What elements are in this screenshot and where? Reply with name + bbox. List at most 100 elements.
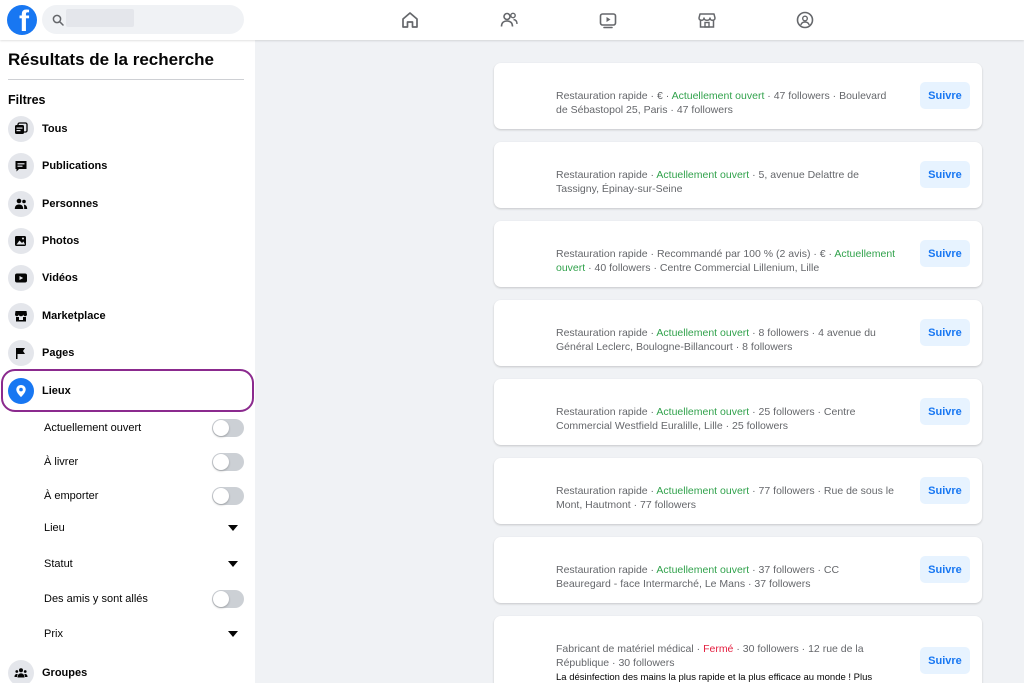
filter-item-publications[interactable]: Publications [0, 148, 255, 184]
filter-item-videos[interactable]: Vidéos [0, 260, 255, 296]
result-card[interactable]: Restauration rapide · Actuellement ouver… [494, 142, 982, 208]
friends-icon[interactable] [497, 8, 521, 32]
result-category: Restauration rapide · [556, 564, 657, 576]
result-address: Tassigny, Épinay-sur-Seine [556, 183, 683, 195]
watch-icon[interactable] [596, 8, 620, 32]
sidebar-divider [8, 79, 244, 80]
result-address: · 40 followers · Centre Commercial Lille… [585, 262, 820, 274]
location-pin-icon [8, 378, 34, 404]
all-icon [8, 116, 34, 142]
follow-button[interactable]: Suivre [920, 556, 970, 583]
result-details: · 25 followers · Centre [749, 406, 856, 418]
home-icon[interactable] [398, 8, 422, 32]
filter-item-pages[interactable]: Pages [0, 335, 255, 371]
filter-item-lieux[interactable]: Lieux [0, 373, 255, 409]
groups-icon[interactable] [793, 8, 817, 32]
toggle-switch[interactable] [212, 487, 244, 505]
search-query-redacted [66, 9, 134, 27]
subfilter-label: À emporter [44, 490, 99, 502]
open-status: Actuellement ouvert [656, 169, 750, 181]
photos-icon [8, 228, 34, 254]
open-status: Actuellement ouvert [656, 406, 750, 418]
subfilter-actuellement-ouvert[interactable]: Actuellement ouvert [0, 413, 255, 443]
marketplace-icon[interactable] [695, 8, 719, 32]
filter-label: Personnes [42, 198, 99, 210]
result-card[interactable]: Restauration rapide · Actuellement ouver… [494, 458, 982, 524]
result-card[interactable]: Restauration rapide · Recommandé par 100… [494, 221, 982, 287]
result-details: · 77 followers · Rue de sous le [749, 485, 894, 497]
result-category: Restauration rapide · [556, 169, 657, 181]
subfilter-prix[interactable]: Prix [0, 619, 255, 649]
subfilter-label: Lieu [44, 522, 65, 534]
subfilter-a-livrer[interactable]: À livrer [0, 447, 255, 477]
subfilter-label: Actuellement ouvert [44, 422, 142, 434]
result-address: Général Leclerc, Boulogne-Billancourt · … [556, 341, 793, 353]
filter-item-personnes[interactable]: Personnes [0, 186, 255, 222]
page-title: Résultats de la recherche [8, 50, 214, 69]
open-status: ouvert [556, 262, 586, 274]
search-filters-sidebar: Résultats de la recherche Filtres Tous P… [0, 40, 255, 683]
subfilter-lieu[interactable]: Lieu [0, 513, 255, 543]
follow-button[interactable]: Suivre [920, 398, 970, 425]
subfilter-label: Des amis y sont allés [44, 593, 148, 605]
filter-label: Groupes [42, 667, 88, 679]
facebook-logo[interactable]: f [7, 5, 37, 35]
filter-label: Pages [42, 347, 75, 359]
open-status: Actuellement ouvert [656, 564, 750, 576]
search-icon [52, 14, 64, 26]
result-category: Restauration rapide · [556, 485, 657, 497]
follow-button[interactable]: Suivre [920, 161, 970, 188]
filter-item-tous[interactable]: Tous [0, 111, 255, 147]
closed-status: Fermé [703, 643, 734, 655]
result-category: Restauration rapide · € · [556, 90, 672, 102]
result-description: Restauration rapide · Actuellement ouver… [556, 563, 916, 591]
posts-icon [8, 153, 34, 179]
follow-button[interactable]: Suivre [920, 477, 970, 504]
result-card[interactable]: Restauration rapide · Actuellement ouver… [494, 537, 982, 603]
result-card[interactable]: Restauration rapide · Actuellement ouver… [494, 300, 982, 366]
result-card[interactable]: Fabricant de matériel médical · Fermé · … [494, 616, 982, 683]
result-address: Mont, Hautmont · 77 followers [556, 499, 697, 511]
result-card[interactable]: Restauration rapide · Actuellement ouver… [494, 379, 982, 445]
result-details: · 30 followers · 12 rue de la [733, 643, 864, 655]
toggle-switch[interactable] [212, 419, 244, 437]
follow-button[interactable]: Suivre [920, 647, 970, 674]
result-page-description: La désinfection des mains la plus rapide… [556, 672, 873, 683]
filter-item-groupes[interactable]: Groupes [0, 655, 255, 683]
result-card[interactable]: Restauration rapide · € · Actuellement o… [494, 63, 982, 129]
follow-button[interactable]: Suivre [920, 240, 970, 267]
result-description: Restauration rapide · Actuellement ouver… [556, 326, 916, 354]
result-description: Restauration rapide · € · Actuellement o… [556, 89, 916, 117]
subfilter-label: À livrer [44, 456, 79, 468]
toggle-switch[interactable] [212, 453, 244, 471]
flag-icon [8, 340, 34, 366]
result-category: Restauration rapide · Recommandé par 100… [556, 248, 835, 260]
toggle-switch[interactable] [212, 590, 244, 608]
subfilter-a-emporter[interactable]: À emporter [0, 481, 255, 511]
result-details: · 8 followers · 4 avenue du [749, 327, 876, 339]
filter-label: Photos [42, 235, 80, 247]
chevron-down-icon [228, 561, 238, 567]
result-description: Restauration rapide · Recommandé par 100… [556, 247, 916, 275]
groups-icon [8, 660, 34, 683]
result-address: Beauregard - face Intermarché, Le Mans ·… [556, 578, 811, 590]
result-description: Restauration rapide · Actuellement ouver… [556, 405, 916, 433]
follow-button[interactable]: Suivre [920, 82, 970, 109]
result-description: Restauration rapide · Actuellement ouver… [556, 168, 916, 196]
filter-item-photos[interactable]: Photos [0, 223, 255, 259]
result-address: République · 30 followers [556, 657, 675, 669]
follow-button[interactable]: Suivre [920, 319, 970, 346]
result-details: · 37 followers · CC [749, 564, 840, 576]
marketplace-icon [8, 303, 34, 329]
videos-icon [8, 265, 34, 291]
filter-label: Lieux [42, 385, 71, 397]
result-details: · 47 followers · Boulevard [764, 90, 887, 102]
subfilter-des-amis-y-sont-alles[interactable]: Des amis y sont allés [0, 584, 255, 614]
result-details: · 5, avenue Delattre de [749, 169, 859, 181]
filter-label: Publications [42, 160, 108, 172]
filter-item-marketplace[interactable]: Marketplace [0, 298, 255, 334]
subfilter-statut[interactable]: Statut [0, 549, 255, 579]
open-status: Actuellement ouvert [656, 327, 750, 339]
subfilter-label: Statut [44, 558, 73, 570]
result-address: Commercial Westfield Euralille, Lille · … [556, 420, 789, 432]
